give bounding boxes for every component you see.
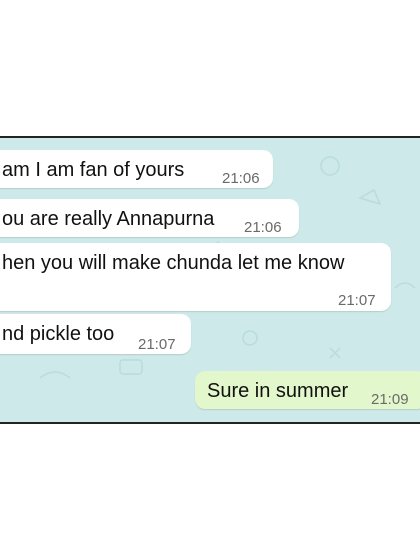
message-text: Sure in summer (207, 380, 349, 402)
message-text: nd pickle too (2, 323, 115, 345)
message-text: ou are really Annapurna (2, 208, 215, 230)
message-bubble[interactable]: nd pickle too 21:07 (0, 314, 191, 354)
message-timestamp: 21:07 (338, 292, 376, 309)
message-timestamp: 21:06 (222, 170, 260, 187)
message-timestamp: 21:07 (138, 336, 176, 353)
message-bubble[interactable]: am I am fan of yours 21:06 (0, 150, 273, 188)
message-text: am I am fan of yours (2, 159, 185, 181)
message-timestamp: 21:06 (244, 219, 282, 236)
message-timestamp: 21:09 (371, 391, 409, 408)
chat-window[interactable]: am I am fan of yours 21:06 ou are really… (0, 136, 420, 424)
message-bubble-outgoing[interactable]: Sure in summer 21:09 (195, 371, 420, 409)
message-bubble[interactable]: hen you will make chunda let me know 21:… (0, 243, 391, 311)
message-bubble[interactable]: ou are really Annapurna 21:06 (0, 199, 299, 237)
message-text: hen you will make chunda let me know (2, 252, 345, 274)
